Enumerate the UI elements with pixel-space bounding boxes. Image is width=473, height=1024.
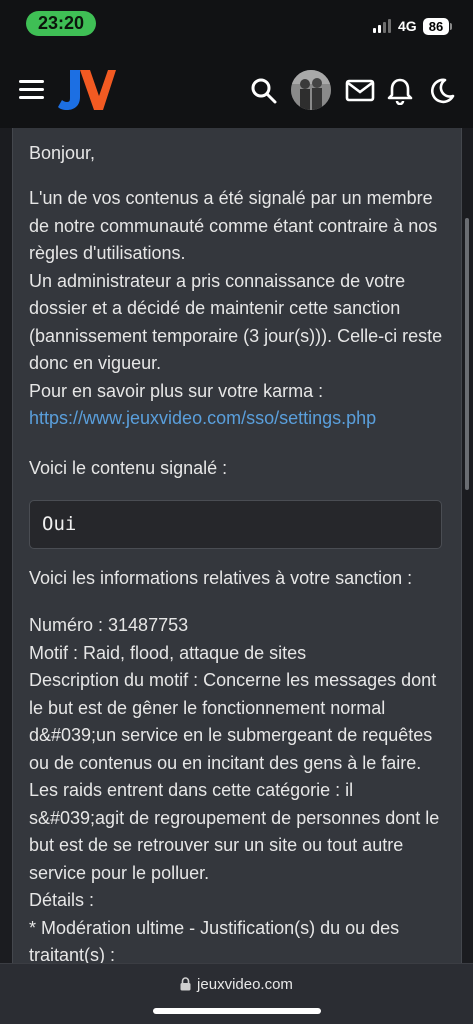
cellular-signal-icon xyxy=(373,19,395,33)
sanction-details-label: Détails : xyxy=(29,890,95,910)
greeting: Bonjour, xyxy=(29,143,96,163)
avatar[interactable] xyxy=(291,70,331,110)
message-body: L'un de vos contenus a été signalé par u… xyxy=(29,185,449,433)
status-bar: 23:20 4G 86 xyxy=(0,0,473,50)
url-display[interactable]: jeuxvideo.com xyxy=(0,976,473,993)
reported-label: Voici le contenu signalé : xyxy=(29,458,228,478)
jv-logo[interactable] xyxy=(58,68,116,112)
body-line-1: L'un de vos contenus a été signalé par u… xyxy=(29,188,438,263)
reported-content-box: Oui xyxy=(29,500,442,549)
mail-icon[interactable] xyxy=(345,77,375,105)
scrollbar[interactable] xyxy=(465,218,469,490)
network-type: 4G xyxy=(398,18,417,34)
body-line-3: Pour en savoir plus sur votre karma : xyxy=(29,380,324,401)
search-icon[interactable] xyxy=(250,77,278,105)
status-time: 23:20 xyxy=(26,11,96,36)
app-header xyxy=(0,50,473,128)
lock-icon xyxy=(180,977,191,991)
battery-tip xyxy=(450,23,452,30)
bell-icon[interactable] xyxy=(386,77,414,105)
body-line-2: Un administrateur a pris connaissance de… xyxy=(29,270,443,374)
sanction-label: Voici les informations relatives à votre… xyxy=(29,568,413,588)
moon-icon[interactable] xyxy=(427,77,455,105)
browser-url-bar[interactable]: jeuxvideo.com xyxy=(0,963,473,1024)
content-area: Bonjour, L'un de vos contenus a été sign… xyxy=(0,128,473,963)
sanction-reason: Motif : Raid, flood, attaque de sites xyxy=(29,642,307,663)
home-indicator[interactable] xyxy=(153,1008,321,1014)
battery-icon: 86 xyxy=(423,18,449,35)
sanction-number: Numéro : 31487753 xyxy=(29,615,189,635)
screen: 23:20 4G 86 Bonjour, L'un de vos contenu… xyxy=(0,0,473,1024)
url-text: jeuxvideo.com xyxy=(197,976,293,993)
sanction-description: Description du motif : Concerne les mess… xyxy=(29,670,440,883)
sanction-moderation: * Modération ultime - Justification(s) d… xyxy=(29,917,400,964)
sanction-details: Numéro : 31487753 Motif : Raid, flood, a… xyxy=(29,612,449,963)
karma-link[interactable]: https://www.jeuxvideo.com/sso/settings.p… xyxy=(29,408,376,428)
menu-icon[interactable] xyxy=(19,80,44,100)
